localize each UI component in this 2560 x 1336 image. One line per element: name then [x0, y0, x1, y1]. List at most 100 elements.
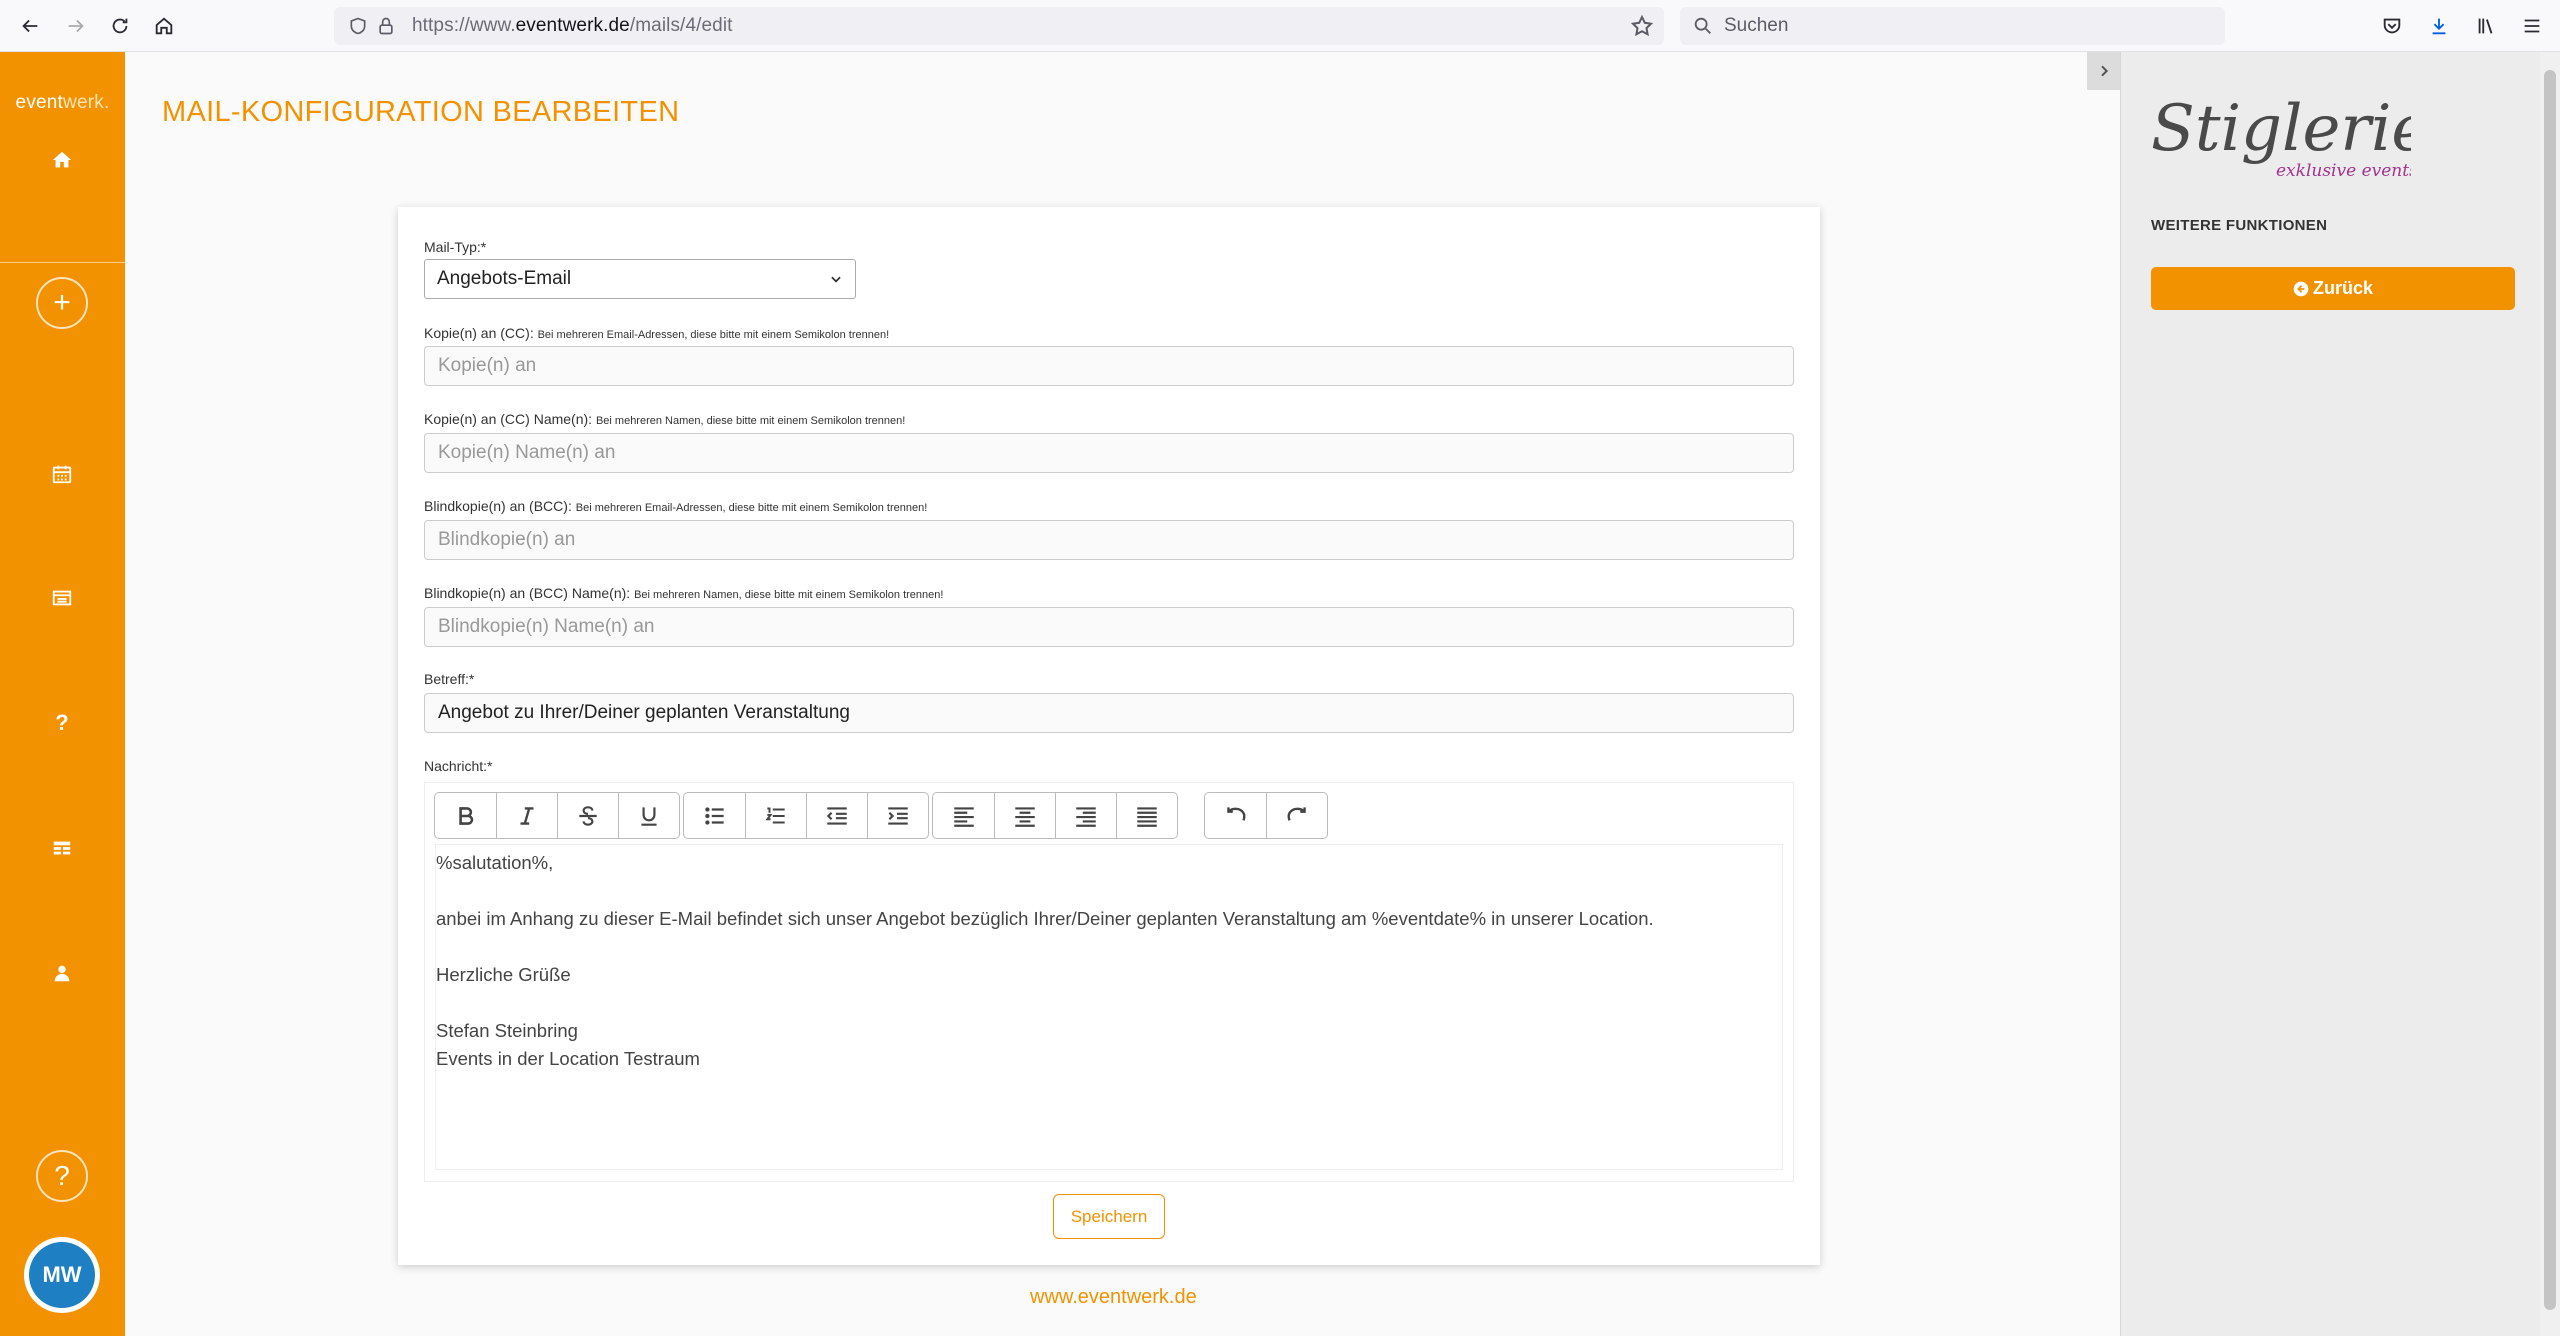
- align-center-button[interactable]: [994, 793, 1055, 838]
- lock-icon[interactable]: [374, 14, 398, 38]
- url-text: https://www.eventwerk.de/mails/4/edit: [412, 15, 733, 36]
- svg-text:exklusive events: exklusive events: [2276, 161, 2411, 181]
- bcc-name-label: Blindkopie(n) an (BCC) Name(n): Bei mehr…: [424, 585, 944, 601]
- search-placeholder: Suchen: [1724, 15, 1789, 36]
- undo-icon: [1226, 806, 1245, 821]
- align-justify-icon: [1137, 806, 1157, 827]
- browser-toolbar: https://www.eventwerk.de/mails/4/edit Su…: [0, 0, 2560, 52]
- back-arrow-icon[interactable]: [14, 10, 46, 42]
- message-line: [436, 877, 1782, 905]
- collapse-panel-button[interactable]: [2087, 52, 2120, 90]
- cc-name-input[interactable]: Kopie(n) Name(n) an: [424, 433, 1794, 473]
- question-icon[interactable]: ?: [48, 709, 76, 737]
- page-title: MAIL-KONFIGURATION BEARBEITEN: [162, 96, 680, 128]
- sidebar-divider: [0, 262, 125, 263]
- history-toolbar-group: [1204, 792, 1328, 839]
- download-icon[interactable]: [2425, 12, 2453, 40]
- back-button[interactable]: Zurück: [2151, 267, 2515, 310]
- cc-input[interactable]: Kopie(n) an: [424, 346, 1794, 386]
- message-line: [436, 933, 1782, 961]
- list-icon[interactable]: [48, 584, 76, 612]
- bcc-name-input[interactable]: Blindkopie(n) Name(n) an: [424, 607, 1794, 647]
- menu-icon[interactable]: [2518, 12, 2546, 40]
- message-line: Herzliche Grüße: [436, 964, 571, 985]
- library-icon[interactable]: [2472, 12, 2500, 40]
- table-icon[interactable]: [48, 834, 76, 862]
- forward-arrow-icon[interactable]: [60, 10, 92, 42]
- message-line: Stefan Steinbring: [436, 1020, 578, 1041]
- redo-button[interactable]: [1266, 793, 1327, 838]
- strikethrough-icon: [579, 805, 597, 826]
- subject-input[interactable]: Angebot zu Ihrer/Deiner geplanten Verans…: [424, 693, 1794, 733]
- calendar-icon[interactable]: [48, 460, 76, 488]
- bcc-label: Blindkopie(n) an (BCC): Bei mehreren Ema…: [424, 498, 928, 514]
- search-icon: [1694, 17, 1711, 34]
- indent-button[interactable]: [867, 793, 928, 838]
- help-circle-icon[interactable]: ?: [36, 1150, 88, 1202]
- align-right-icon: [1076, 806, 1096, 827]
- message-label: Nachricht:*: [424, 758, 493, 774]
- bold-button[interactable]: [435, 793, 496, 838]
- mail-config-form: Mail-Typ:* Angebots-Email Kopie(n) an (C…: [398, 207, 1820, 1265]
- outdent-button[interactable]: [806, 793, 867, 838]
- message-line: [436, 989, 1782, 1017]
- undo-button[interactable]: [1205, 793, 1266, 838]
- brand-logo[interactable]: eventwerk.: [0, 92, 125, 114]
- user-icon[interactable]: [48, 959, 76, 987]
- underline-icon: [641, 806, 657, 826]
- message-line: anbei im Anhang zu dieser E-Mail befinde…: [436, 908, 1654, 929]
- align-left-button[interactable]: [933, 793, 994, 838]
- scrollbar[interactable]: [2540, 52, 2560, 1336]
- svg-text:Stiglerie: Stiglerie: [2151, 92, 2411, 166]
- rich-text-editor: %salutation%, anbei im Anhang zu dieser …: [424, 782, 1794, 1182]
- format-toolbar-group: [434, 792, 680, 839]
- cc-label: Kopie(n) an (CC): Bei mehreren Email-Adr…: [424, 325, 890, 341]
- mail-type-select[interactable]: Angebots-Email: [424, 259, 856, 299]
- bold-icon: [458, 806, 473, 825]
- align-left-icon: [953, 806, 974, 827]
- scrollbar-thumb[interactable]: [2544, 70, 2556, 1310]
- list-toolbar-group: [683, 792, 929, 839]
- save-button[interactable]: Speichern: [1053, 1194, 1165, 1239]
- chevron-down-icon: [831, 276, 841, 283]
- bookmark-star-icon[interactable]: [1630, 14, 1654, 38]
- bullet-list-icon: [704, 806, 724, 825]
- sidebar: eventwerk. + ? ? MW: [0, 52, 125, 1336]
- further-functions-heading: WEITERE FUNKTIONEN: [2151, 217, 2328, 234]
- align-toolbar-group: [932, 792, 1178, 839]
- align-center-icon: [1015, 806, 1035, 827]
- align-right-button[interactable]: [1055, 793, 1116, 838]
- italic-icon: [520, 806, 534, 825]
- indent-icon: [888, 806, 908, 825]
- numbered-list-button[interactable]: [745, 793, 806, 838]
- chevron-right-icon: [2100, 65, 2108, 77]
- mail-type-label: Mail-Typ:*: [424, 239, 487, 255]
- bullet-list-button[interactable]: [684, 793, 745, 838]
- numbered-list-icon: [765, 806, 785, 823]
- reload-icon[interactable]: [104, 10, 136, 42]
- footer-link[interactable]: www.eventwerk.de: [1030, 1286, 1197, 1309]
- message-editor-content[interactable]: %salutation%, anbei im Anhang zu dieser …: [435, 844, 1783, 1170]
- underline-button[interactable]: [618, 793, 679, 838]
- pocket-icon[interactable]: [2378, 12, 2406, 40]
- italic-button[interactable]: [496, 793, 557, 838]
- message-line: Events in der Location Testraum: [436, 1048, 700, 1069]
- search-bar[interactable]: Suchen: [1680, 7, 2225, 45]
- avatar[interactable]: MW: [24, 1237, 100, 1313]
- bcc-name-hint: Bei mehreren Namen, diese bitte mit eine…: [634, 589, 944, 601]
- cc-name-hint: Bei mehreren Namen, diese bitte mit eine…: [595, 415, 906, 427]
- add-icon[interactable]: +: [36, 277, 88, 329]
- strikethrough-button[interactable]: [557, 793, 618, 838]
- outdent-icon: [826, 806, 847, 825]
- url-bar[interactable]: https://www.eventwerk.de/mails/4/edit: [334, 7, 1664, 45]
- bcc-input[interactable]: Blindkopie(n) an: [424, 520, 1794, 560]
- bcc-hint: Bei mehreren Email-Adressen, diese bitte…: [575, 502, 928, 514]
- cc-hint: Bei mehreren Email-Adressen, diese bitte…: [537, 329, 890, 341]
- shield-icon[interactable]: [346, 14, 370, 38]
- stiglerie-logo: Stiglerie exklusive events: [2151, 92, 2411, 181]
- align-justify-button[interactable]: [1116, 793, 1177, 838]
- home-icon[interactable]: [148, 10, 180, 42]
- home-icon[interactable]: [48, 146, 76, 174]
- right-panel: Stiglerie exklusive events WEITERE FUNKT…: [2120, 52, 2540, 1336]
- cc-name-label: Kopie(n) an (CC) Name(n): Bei mehreren N…: [424, 411, 906, 427]
